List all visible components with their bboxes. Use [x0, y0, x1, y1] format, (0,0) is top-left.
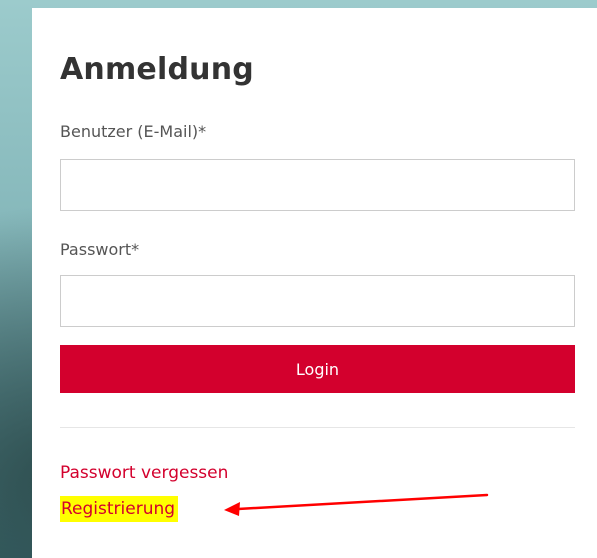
- forgot-password-link[interactable]: Passwort vergessen: [60, 463, 228, 483]
- register-link[interactable]: Registrierung: [60, 496, 179, 522]
- divider: [60, 427, 575, 428]
- login-panel: Anmeldung Benutzer (E-Mail)* Passwort* L…: [32, 8, 597, 558]
- user-field-label: Benutzer (E-Mail)*: [60, 122, 207, 141]
- password-field[interactable]: [60, 275, 575, 327]
- login-button[interactable]: Login: [60, 345, 575, 393]
- password-field-label: Passwort*: [60, 240, 140, 259]
- email-field[interactable]: [60, 159, 575, 211]
- page-title: Anmeldung: [60, 52, 254, 87]
